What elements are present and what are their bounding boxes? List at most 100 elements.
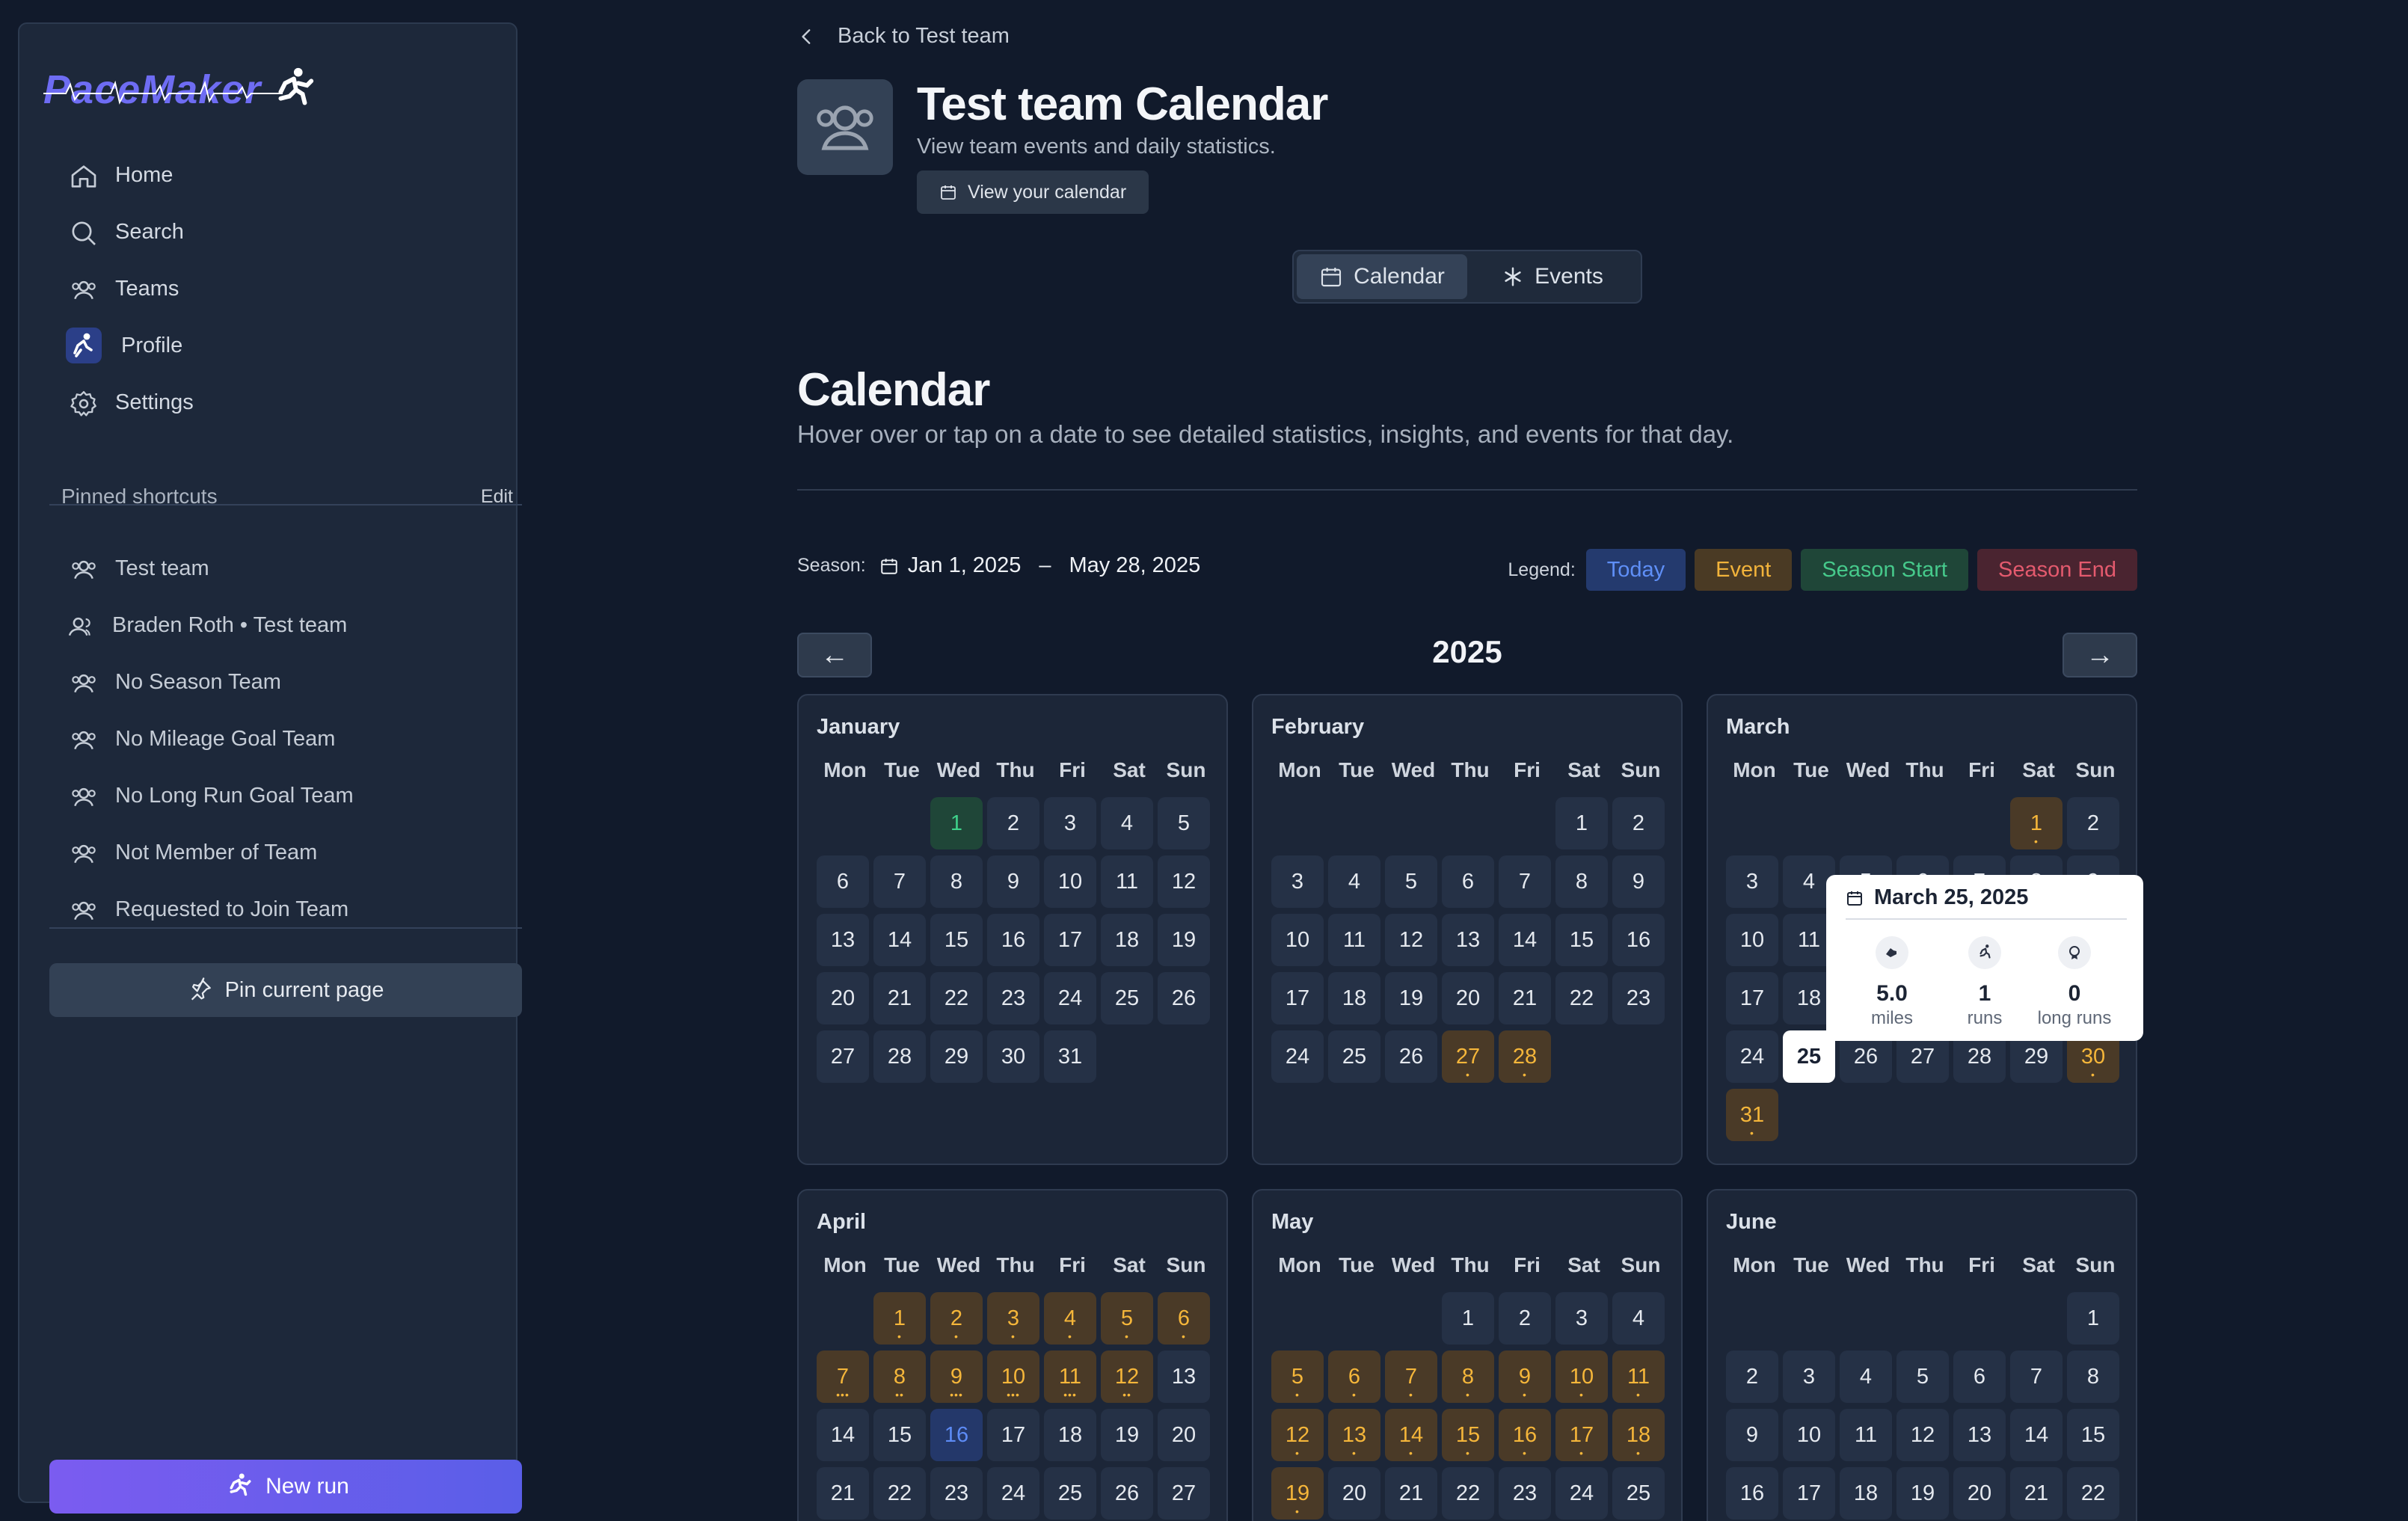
day-cell[interactable]: 24 [1271, 1030, 1324, 1083]
day-cell[interactable]: 14 [2010, 1409, 2063, 1461]
day-cell[interactable]: 17 [1044, 914, 1096, 966]
day-cell[interactable]: 29 [930, 1030, 983, 1083]
day-cell[interactable]: 3 • [987, 1292, 1039, 1345]
day-cell[interactable]: 6 • [1158, 1292, 1210, 1345]
day-cell[interactable]: 21 [1499, 972, 1551, 1024]
day-cell[interactable]: 16 [930, 1409, 983, 1461]
day-cell[interactable]: 2 • [930, 1292, 983, 1345]
view-your-calendar-button[interactable]: View your calendar [917, 170, 1149, 214]
day-cell[interactable]: 12 [1896, 1409, 1949, 1461]
day-cell[interactable]: 24 [1726, 1030, 1778, 1083]
day-cell[interactable]: 6 • [1328, 1351, 1380, 1403]
day-cell[interactable]: 20 [1158, 1409, 1210, 1461]
day-cell[interactable]: 13 [817, 914, 869, 966]
nav-search[interactable]: Search [31, 203, 507, 260]
day-cell[interactable]: 15 [930, 914, 983, 966]
day-cell[interactable]: 23 [1612, 972, 1665, 1024]
day-cell[interactable]: 25 [1328, 1030, 1380, 1083]
day-cell[interactable]: 12 •• [1101, 1351, 1153, 1403]
day-cell[interactable]: 8 [2067, 1351, 2119, 1403]
day-cell[interactable]: 18 • [1612, 1409, 1665, 1461]
day-cell[interactable]: 4 [1328, 855, 1380, 908]
day-cell[interactable]: 21 [817, 1467, 869, 1520]
day-cell[interactable]: 27 • [1442, 1030, 1494, 1083]
day-cell[interactable]: 11 [1328, 914, 1380, 966]
day-cell[interactable]: 21 [2010, 1467, 2063, 1520]
day-cell[interactable]: 4 [1840, 1351, 1892, 1403]
pinned-item[interactable]: No Mileage Goal Team [31, 710, 507, 767]
pin-current-page-button[interactable]: Pin current page [49, 963, 522, 1017]
day-cell[interactable]: 9 [1612, 855, 1665, 908]
nav-settings[interactable]: Settings [31, 374, 507, 431]
day-cell[interactable]: 17 [1783, 1467, 1835, 1520]
day-cell[interactable]: 6 [1953, 1351, 2006, 1403]
day-cell[interactable]: 2 [1612, 797, 1665, 849]
day-cell[interactable]: 31 • [1726, 1089, 1778, 1141]
day-cell[interactable]: 13 [1158, 1351, 1210, 1403]
day-cell[interactable]: 23 [1499, 1467, 1551, 1520]
day-cell[interactable]: 14 [873, 914, 926, 966]
day-cell[interactable]: 2 [987, 797, 1039, 849]
day-cell[interactable]: 18 [1044, 1409, 1096, 1461]
pinned-item[interactable]: No Season Team [31, 654, 507, 710]
day-cell[interactable]: 30 [987, 1030, 1039, 1083]
day-cell[interactable]: 4 [1612, 1292, 1665, 1345]
day-cell[interactable]: 4 [1101, 797, 1153, 849]
day-cell[interactable]: 1 [2067, 1292, 2119, 1345]
day-cell[interactable]: 19 [1101, 1409, 1153, 1461]
day-cell[interactable]: 2 [1726, 1351, 1778, 1403]
day-cell[interactable]: 18 [1101, 914, 1153, 966]
day-cell[interactable]: 14 [1499, 914, 1551, 966]
day-cell[interactable]: 26 [1385, 1030, 1437, 1083]
next-year-button[interactable]: → [2063, 633, 2137, 677]
pinned-item[interactable]: Not Member of Team [31, 824, 507, 881]
nav-profile[interactable]: Profile [31, 317, 507, 374]
day-cell[interactable]: 11 ••• [1044, 1351, 1096, 1403]
day-cell[interactable]: 9 ••• [930, 1351, 983, 1403]
day-cell[interactable]: 10 [1726, 914, 1778, 966]
day-cell[interactable]: 15 [2067, 1409, 2119, 1461]
day-cell[interactable]: 28 • [1499, 1030, 1551, 1083]
day-cell[interactable]: 3 [1726, 855, 1778, 908]
day-cell[interactable]: 7 [2010, 1351, 2063, 1403]
day-cell[interactable]: 16 • [1499, 1409, 1551, 1461]
day-cell[interactable]: 5 [1896, 1351, 1949, 1403]
day-cell[interactable]: 3 [1044, 797, 1096, 849]
day-cell[interactable]: 8 [930, 855, 983, 908]
pinned-item[interactable]: Braden Roth • Test team [31, 597, 507, 654]
day-cell[interactable]: 17 [1271, 972, 1324, 1024]
day-cell[interactable]: 6 [817, 855, 869, 908]
day-cell[interactable]: 11 [1101, 855, 1153, 908]
tab-calendar[interactable]: Calendar [1297, 254, 1467, 299]
day-cell[interactable]: 18 [1328, 972, 1380, 1024]
pinned-item[interactable]: No Long Run Goal Team [31, 767, 507, 824]
day-cell[interactable]: 13 • [1328, 1409, 1380, 1461]
day-cell[interactable]: 19 [1385, 972, 1437, 1024]
day-cell[interactable]: 28 [873, 1030, 926, 1083]
day-cell[interactable]: 14 • [1385, 1409, 1437, 1461]
tab-events[interactable]: Events [1467, 254, 1638, 299]
day-cell[interactable]: 9 • [1499, 1351, 1551, 1403]
day-cell[interactable]: 20 [1953, 1467, 2006, 1520]
day-cell[interactable]: 13 [1442, 914, 1494, 966]
pinned-item[interactable]: Requested to Join Team [31, 881, 507, 938]
day-cell[interactable]: 22 [930, 972, 983, 1024]
day-cell[interactable]: 13 [1953, 1409, 2006, 1461]
day-cell[interactable]: 24 [987, 1467, 1039, 1520]
day-cell[interactable]: 12 [1385, 914, 1437, 966]
day-cell[interactable]: 3 [1783, 1351, 1835, 1403]
day-cell[interactable]: 27 [1158, 1467, 1210, 1520]
day-cell[interactable]: 15 • [1442, 1409, 1494, 1461]
day-cell[interactable]: 5 [1385, 855, 1437, 908]
day-cell[interactable]: 8 [1555, 855, 1608, 908]
day-cell[interactable]: 3 [1555, 1292, 1608, 1345]
day-cell[interactable]: 24 [1044, 972, 1096, 1024]
back-link[interactable]: Back to Test team [797, 24, 1010, 49]
day-cell[interactable]: 17 [1726, 972, 1778, 1024]
pinned-item[interactable]: Test team [31, 540, 507, 597]
day-cell[interactable]: 7 ••• [817, 1351, 869, 1403]
day-cell[interactable]: 17 • [1555, 1409, 1608, 1461]
day-cell[interactable]: 10 [1044, 855, 1096, 908]
day-cell[interactable]: 1 [1555, 797, 1608, 849]
day-cell[interactable]: 19 [1158, 914, 1210, 966]
